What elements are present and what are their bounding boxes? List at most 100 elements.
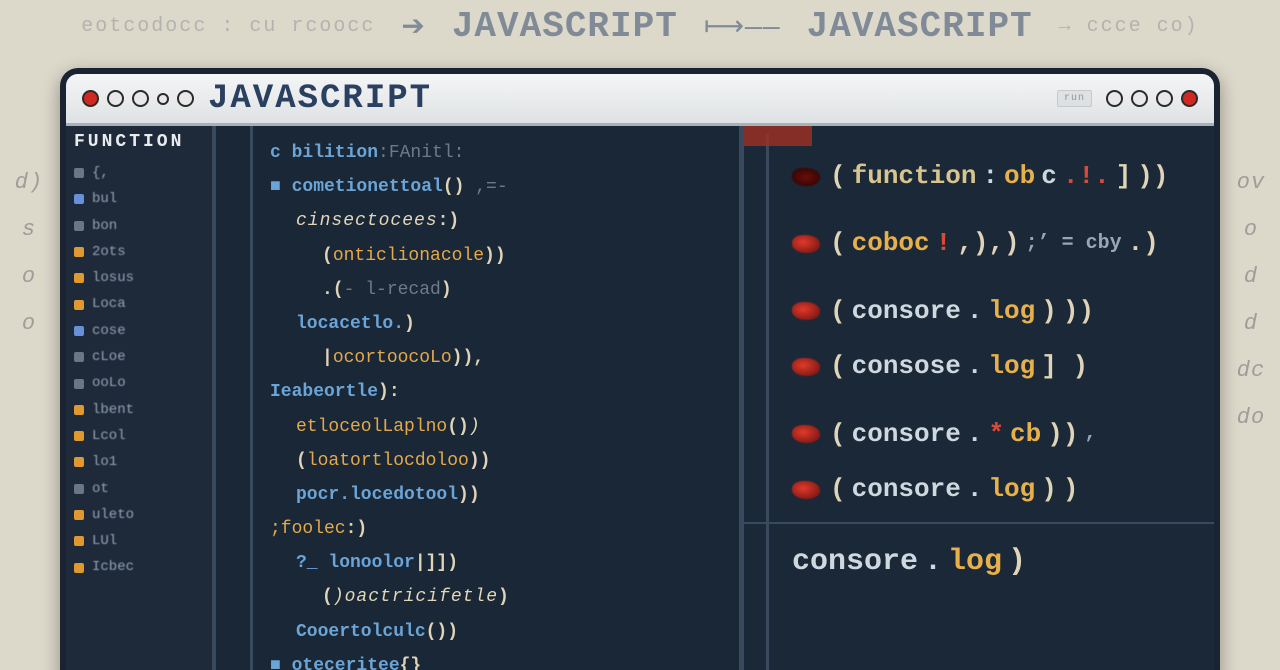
sidebar-item[interactable]: LUl [72,528,206,554]
console-line[interactable] [792,275,1200,281]
sidebar-item[interactable]: lbent [72,397,206,423]
token: consore [852,465,961,514]
token: function [852,152,977,201]
traffic-light-max-icon[interactable] [132,90,149,107]
margin-note: s [22,217,36,242]
code-line[interactable]: (loatortlocdoloo)) [270,444,736,478]
window-titlebar[interactable]: JAVASCRIPT run [66,74,1214,126]
sidebar-item[interactable]: ot [72,476,206,502]
extra-dot-icon [157,93,169,105]
sidebar-item[interactable]: cose [72,318,206,344]
sidebar-header: FUNCTION [74,132,204,152]
sidebar-item[interactable]: losus [72,265,206,291]
file-icon [74,379,84,389]
sidebar-item[interactable]: ooLo [72,370,206,396]
sidebar-item[interactable]: cLoe [72,344,206,370]
sidebar-item[interactable]: Icbec [72,554,206,580]
console-line[interactable]: (consore.log)) [792,465,1200,514]
console-line[interactable]: (coboc!,),);’ = cby.) [792,219,1200,268]
breakpoint-icon[interactable] [792,481,820,499]
code-line[interactable]: pocr.locedotool)) [270,478,736,512]
sidebar-item-label: lbent [92,400,134,420]
code-line[interactable]: ?_ lonoolor|]]) [270,546,736,580]
token: )) [1047,410,1078,459]
breakpoint-icon[interactable] [792,358,820,376]
arrow-icon: ➔ [401,9,425,44]
margin-note: do [1237,405,1265,430]
breakpoint-icon[interactable] [792,168,820,186]
panel-divider [744,522,1214,524]
titlebar-dots-right [1106,90,1198,107]
panel-tab[interactable] [744,126,814,146]
token: consore [852,287,961,336]
sidebar-item-label: 2ots [92,242,126,262]
console-line[interactable] [792,398,1200,404]
titlebar-dots-left [82,90,194,107]
code-line[interactable]: etloceolLaplno()) [270,410,736,444]
sidebar-item[interactable]: Loca [72,291,206,317]
code-editor[interactable]: c bilition:FAnitl:■ cometionettoal() ,=-… [216,126,744,670]
console-panel[interactable]: (function:obc.!.])) (coboc!,),);’ = cby.)… [744,126,1214,670]
right-dot-icon-2[interactable] [1131,90,1148,107]
code-line[interactable]: (onticlionacole)) [270,239,736,273]
breakpoint-icon[interactable] [792,235,820,253]
code-line[interactable]: .(- l-recad) [270,273,736,307]
traffic-light-min-icon[interactable] [107,90,124,107]
code-line[interactable]: ■ oteceritee{} [270,649,736,670]
file-icon [74,405,84,415]
file-icon [74,563,84,573]
banner-heading-b: JAVASCRIPT [807,6,1033,47]
sidebar-item[interactable]: Lcol [72,423,206,449]
margin-note: o [22,264,36,289]
breakpoint-icon[interactable] [792,425,820,443]
token: cb [1010,410,1041,459]
margin-note: d) [15,170,43,195]
token: ) [1041,287,1057,336]
sidebar-item-label: LUl [92,531,117,551]
traffic-light-close-icon[interactable] [82,90,99,107]
breakpoint-icon[interactable] [792,302,820,320]
code-line[interactable]: Cooertolculc()) [270,615,736,649]
sidebar-item[interactable]: uleto [72,502,206,528]
run-chip[interactable]: run [1057,90,1092,107]
right-dot-icon-3[interactable] [1156,90,1173,107]
right-dot-icon[interactable] [1106,90,1123,107]
code-line[interactable]: ■ cometionettoal() ,=- [270,170,736,204]
code-line[interactable]: ()oactricifetle) [270,580,736,614]
console-line[interactable]: (consore.log))) [792,287,1200,336]
code-line[interactable]: locacetlo.) [270,307,736,341]
token: ( [830,152,846,201]
code-line[interactable]: c bilition:FAnitl: [270,136,736,170]
code-line[interactable]: ;foolec:) [270,512,736,546]
sidebar-item[interactable]: {, [72,160,206,186]
sidebar-item-label: losus [92,268,134,288]
sidebar-item-label: lo1 [92,452,117,472]
right-dot-close-icon[interactable] [1181,90,1198,107]
sidebar-item-label: bon [92,216,117,236]
sidebar-item[interactable]: lo1 [72,449,206,475]
file-icon [74,221,84,231]
file-icon [74,326,84,336]
console-line[interactable]: (consose.log ] ) [792,342,1200,391]
code-line[interactable]: Ieabeortle): [270,375,736,409]
console-line[interactable]: (consore. *cb)), [792,410,1200,459]
sidebar-item-label: cLoe [92,347,126,367]
console-line[interactable] [792,207,1200,213]
token: )) [1137,152,1168,201]
token: ) [1008,534,1026,591]
window-title: JAVASCRIPT [208,80,432,118]
panel-tab-strip [744,126,1214,146]
token: ( [830,342,846,391]
sidebar[interactable]: FUNCTION {,bul bon 2ots losus Locacose cLoe oo… [66,126,216,670]
console-line[interactable]: (function:obc.!.])) [792,152,1200,201]
sidebar-item-label: uleto [92,505,134,525]
code-line[interactable]: |ocortoocoLo)), [270,341,736,375]
sidebar-item[interactable]: bon [72,213,206,239]
token: * [988,410,1004,459]
sidebar-item[interactable]: 2ots [72,239,206,265]
sidebar-item[interactable]: bul [72,186,206,212]
token: ( [830,465,846,514]
code-line[interactable]: cinsectocees:) [270,204,736,238]
token: . [924,534,942,591]
console-line[interactable]: consore.log ) [792,534,1200,591]
